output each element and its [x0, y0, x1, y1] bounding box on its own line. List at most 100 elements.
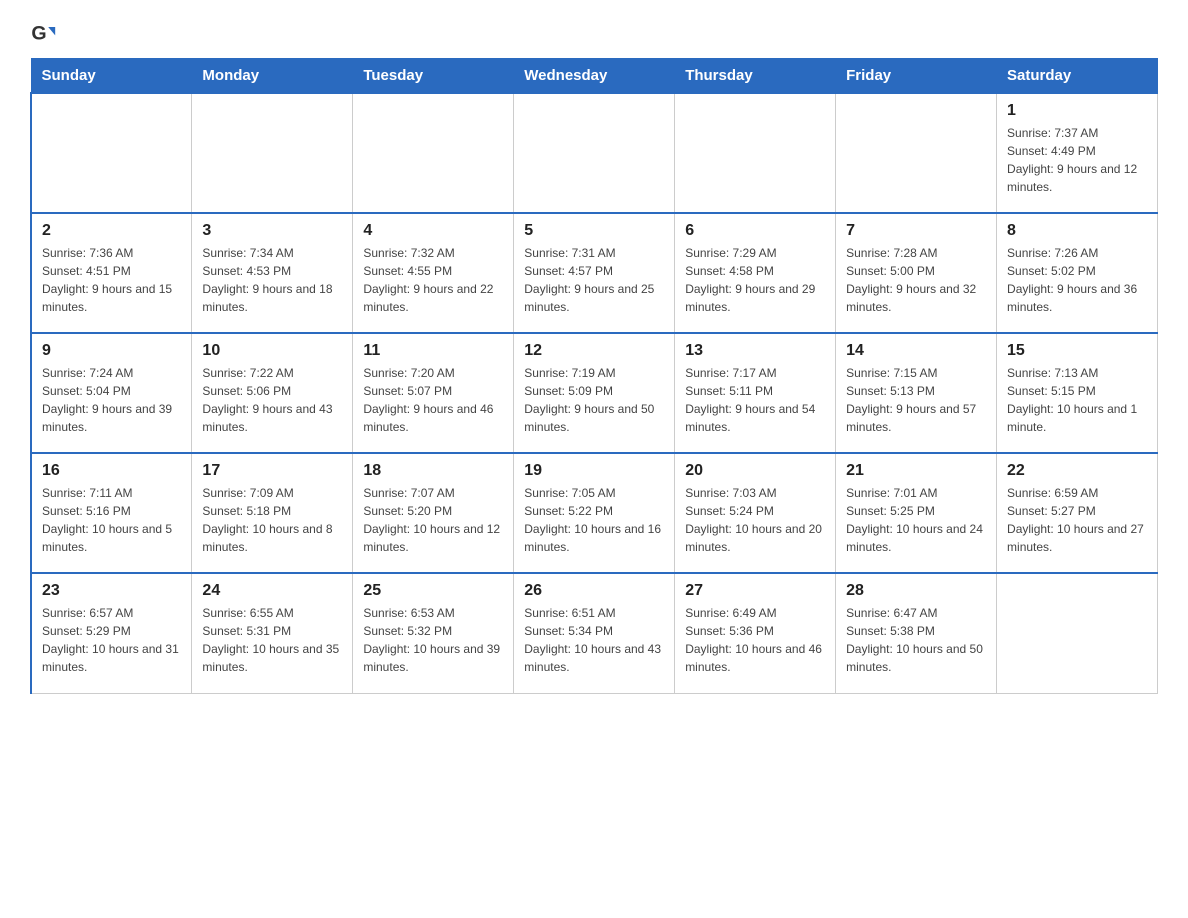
calendar-cell — [31, 93, 192, 213]
day-number: 3 — [202, 222, 342, 240]
day-info: Sunrise: 7:05 AMSunset: 5:22 PMDaylight:… — [524, 484, 664, 556]
calendar-cell: 4 Sunrise: 7:32 AMSunset: 4:55 PMDaylight… — [353, 213, 514, 333]
day-number: 10 — [202, 342, 342, 360]
day-number: 8 — [1007, 222, 1147, 240]
logo: G — [30, 20, 64, 48]
calendar-cell: 26 Sunrise: 6:51 AMSunset: 5:34 PMDayligh… — [514, 573, 675, 693]
day-number: 5 — [524, 222, 664, 240]
calendar-cell: 24 Sunrise: 6:55 AMSunset: 5:31 PMDayligh… — [192, 573, 353, 693]
calendar-cell: 6 Sunrise: 7:29 AMSunset: 4:58 PMDaylight… — [675, 213, 836, 333]
day-info: Sunrise: 6:59 AMSunset: 5:27 PMDaylight:… — [1007, 484, 1147, 556]
day-info: Sunrise: 7:15 AMSunset: 5:13 PMDaylight:… — [846, 364, 986, 436]
day-info: Sunrise: 7:20 AMSunset: 5:07 PMDaylight:… — [363, 364, 503, 436]
day-info: Sunrise: 7:36 AMSunset: 4:51 PMDaylight:… — [42, 244, 181, 316]
calendar-cell: 14 Sunrise: 7:15 AMSunset: 5:13 PMDayligh… — [836, 333, 997, 453]
day-info: Sunrise: 6:49 AMSunset: 5:36 PMDaylight:… — [685, 604, 825, 676]
calendar-cell: 9 Sunrise: 7:24 AMSunset: 5:04 PMDaylight… — [31, 333, 192, 453]
day-number: 27 — [685, 582, 825, 600]
day-info: Sunrise: 7:24 AMSunset: 5:04 PMDaylight:… — [42, 364, 181, 436]
day-number: 20 — [685, 462, 825, 480]
calendar-cell: 7 Sunrise: 7:28 AMSunset: 5:00 PMDaylight… — [836, 213, 997, 333]
col-friday: Friday — [836, 59, 997, 94]
day-number: 25 — [363, 582, 503, 600]
day-number: 4 — [363, 222, 503, 240]
calendar-cell — [353, 93, 514, 213]
day-info: Sunrise: 7:19 AMSunset: 5:09 PMDaylight:… — [524, 364, 664, 436]
calendar-cell — [997, 573, 1158, 693]
day-info: Sunrise: 7:29 AMSunset: 4:58 PMDaylight:… — [685, 244, 825, 316]
week-row-4: 16 Sunrise: 7:11 AMSunset: 5:16 PMDayligh… — [31, 453, 1158, 573]
calendar-cell: 23Sunrise: 6:57 AMSunset: 5:29 PMDayligh… — [31, 573, 192, 693]
calendar-cell: 3 Sunrise: 7:34 AMSunset: 4:53 PMDaylight… — [192, 213, 353, 333]
day-info: Sunrise: 6:55 AMSunset: 5:31 PMDaylight:… — [202, 604, 342, 676]
calendar-cell — [514, 93, 675, 213]
calendar-cell: 16 Sunrise: 7:11 AMSunset: 5:16 PMDayligh… — [31, 453, 192, 573]
calendar-cell: 21 Sunrise: 7:01 AMSunset: 5:25 PMDayligh… — [836, 453, 997, 573]
day-info: Sunrise: 6:57 AMSunset: 5:29 PMDaylight:… — [42, 604, 181, 676]
day-number: 1 — [1007, 102, 1147, 120]
day-number: 13 — [685, 342, 825, 360]
day-info: Sunrise: 7:01 AMSunset: 5:25 PMDaylight:… — [846, 484, 986, 556]
calendar-cell — [675, 93, 836, 213]
day-info: Sunrise: 6:53 AMSunset: 5:32 PMDaylight:… — [363, 604, 503, 676]
calendar-cell: 11 Sunrise: 7:20 AMSunset: 5:07 PMDayligh… — [353, 333, 514, 453]
day-info: Sunrise: 7:03 AMSunset: 5:24 PMDaylight:… — [685, 484, 825, 556]
page-header: G — [30, 20, 1158, 48]
calendar-cell — [836, 93, 997, 213]
col-monday: Monday — [192, 59, 353, 94]
calendar-cell: 5Sunrise: 7:31 AMSunset: 4:57 PMDaylight… — [514, 213, 675, 333]
day-number: 9 — [42, 342, 181, 360]
calendar-cell: 12Sunrise: 7:19 AMSunset: 5:09 PMDayligh… — [514, 333, 675, 453]
day-number: 15 — [1007, 342, 1147, 360]
day-number: 19 — [524, 462, 664, 480]
day-info: Sunrise: 7:13 AMSunset: 5:15 PMDaylight:… — [1007, 364, 1147, 436]
col-thursday: Thursday — [675, 59, 836, 94]
day-info: Sunrise: 6:47 AMSunset: 5:38 PMDaylight:… — [846, 604, 986, 676]
day-number: 17 — [202, 462, 342, 480]
calendar-cell: 25 Sunrise: 6:53 AMSunset: 5:32 PMDayligh… — [353, 573, 514, 693]
day-number: 28 — [846, 582, 986, 600]
calendar-cell: 18 Sunrise: 7:07 AMSunset: 5:20 PMDayligh… — [353, 453, 514, 573]
calendar-cell: 13 Sunrise: 7:17 AMSunset: 5:11 PMDayligh… — [675, 333, 836, 453]
day-number: 21 — [846, 462, 986, 480]
calendar-cell — [192, 93, 353, 213]
day-number: 2 — [42, 222, 181, 240]
svg-text:G: G — [31, 23, 46, 45]
calendar-cell: 27 Sunrise: 6:49 AMSunset: 5:36 PMDayligh… — [675, 573, 836, 693]
day-info: Sunrise: 7:37 AMSunset: 4:49 PMDaylight:… — [1007, 124, 1147, 196]
col-sunday: Sunday — [31, 59, 192, 94]
day-number: 18 — [363, 462, 503, 480]
day-number: 22 — [1007, 462, 1147, 480]
day-info: Sunrise: 7:32 AMSunset: 4:55 PMDaylight:… — [363, 244, 503, 316]
calendar-table: Sunday Monday Tuesday Wednesday Thursday… — [30, 58, 1158, 694]
calendar-cell: 8 Sunrise: 7:26 AMSunset: 5:02 PMDaylight… — [997, 213, 1158, 333]
calendar-cell: 1 Sunrise: 7:37 AMSunset: 4:49 PMDaylight… — [997, 93, 1158, 213]
day-number: 6 — [685, 222, 825, 240]
calendar-cell: 10 Sunrise: 7:22 AMSunset: 5:06 PMDayligh… — [192, 333, 353, 453]
day-number: 14 — [846, 342, 986, 360]
day-number: 16 — [42, 462, 181, 480]
col-saturday: Saturday — [997, 59, 1158, 94]
day-info: Sunrise: 7:17 AMSunset: 5:11 PMDaylight:… — [685, 364, 825, 436]
day-info: Sunrise: 7:22 AMSunset: 5:06 PMDaylight:… — [202, 364, 342, 436]
calendar-cell: 19 Sunrise: 7:05 AMSunset: 5:22 PMDayligh… — [514, 453, 675, 573]
week-row-1: 1 Sunrise: 7:37 AMSunset: 4:49 PMDaylight… — [31, 93, 1158, 213]
day-info: Sunrise: 7:34 AMSunset: 4:53 PMDaylight:… — [202, 244, 342, 316]
logo-icon: G — [30, 20, 58, 48]
day-number: 11 — [363, 342, 503, 360]
week-row-2: 2 Sunrise: 7:36 AMSunset: 4:51 PMDaylight… — [31, 213, 1158, 333]
calendar-header-row: Sunday Monday Tuesday Wednesday Thursday… — [31, 59, 1158, 94]
calendar-cell: 22 Sunrise: 6:59 AMSunset: 5:27 PMDayligh… — [997, 453, 1158, 573]
week-row-3: 9 Sunrise: 7:24 AMSunset: 5:04 PMDaylight… — [31, 333, 1158, 453]
day-info: Sunrise: 6:51 AMSunset: 5:34 PMDaylight:… — [524, 604, 664, 676]
day-info: Sunrise: 7:28 AMSunset: 5:00 PMDaylight:… — [846, 244, 986, 316]
day-info: Sunrise: 7:26 AMSunset: 5:02 PMDaylight:… — [1007, 244, 1147, 316]
day-info: Sunrise: 7:11 AMSunset: 5:16 PMDaylight:… — [42, 484, 181, 556]
day-info: Sunrise: 7:07 AMSunset: 5:20 PMDaylight:… — [363, 484, 503, 556]
calendar-cell: 17Sunrise: 7:09 AMSunset: 5:18 PMDayligh… — [192, 453, 353, 573]
day-number: 26 — [524, 582, 664, 600]
col-tuesday: Tuesday — [353, 59, 514, 94]
week-row-5: 23Sunrise: 6:57 AMSunset: 5:29 PMDayligh… — [31, 573, 1158, 693]
day-number: 7 — [846, 222, 986, 240]
day-number: 24 — [202, 582, 342, 600]
